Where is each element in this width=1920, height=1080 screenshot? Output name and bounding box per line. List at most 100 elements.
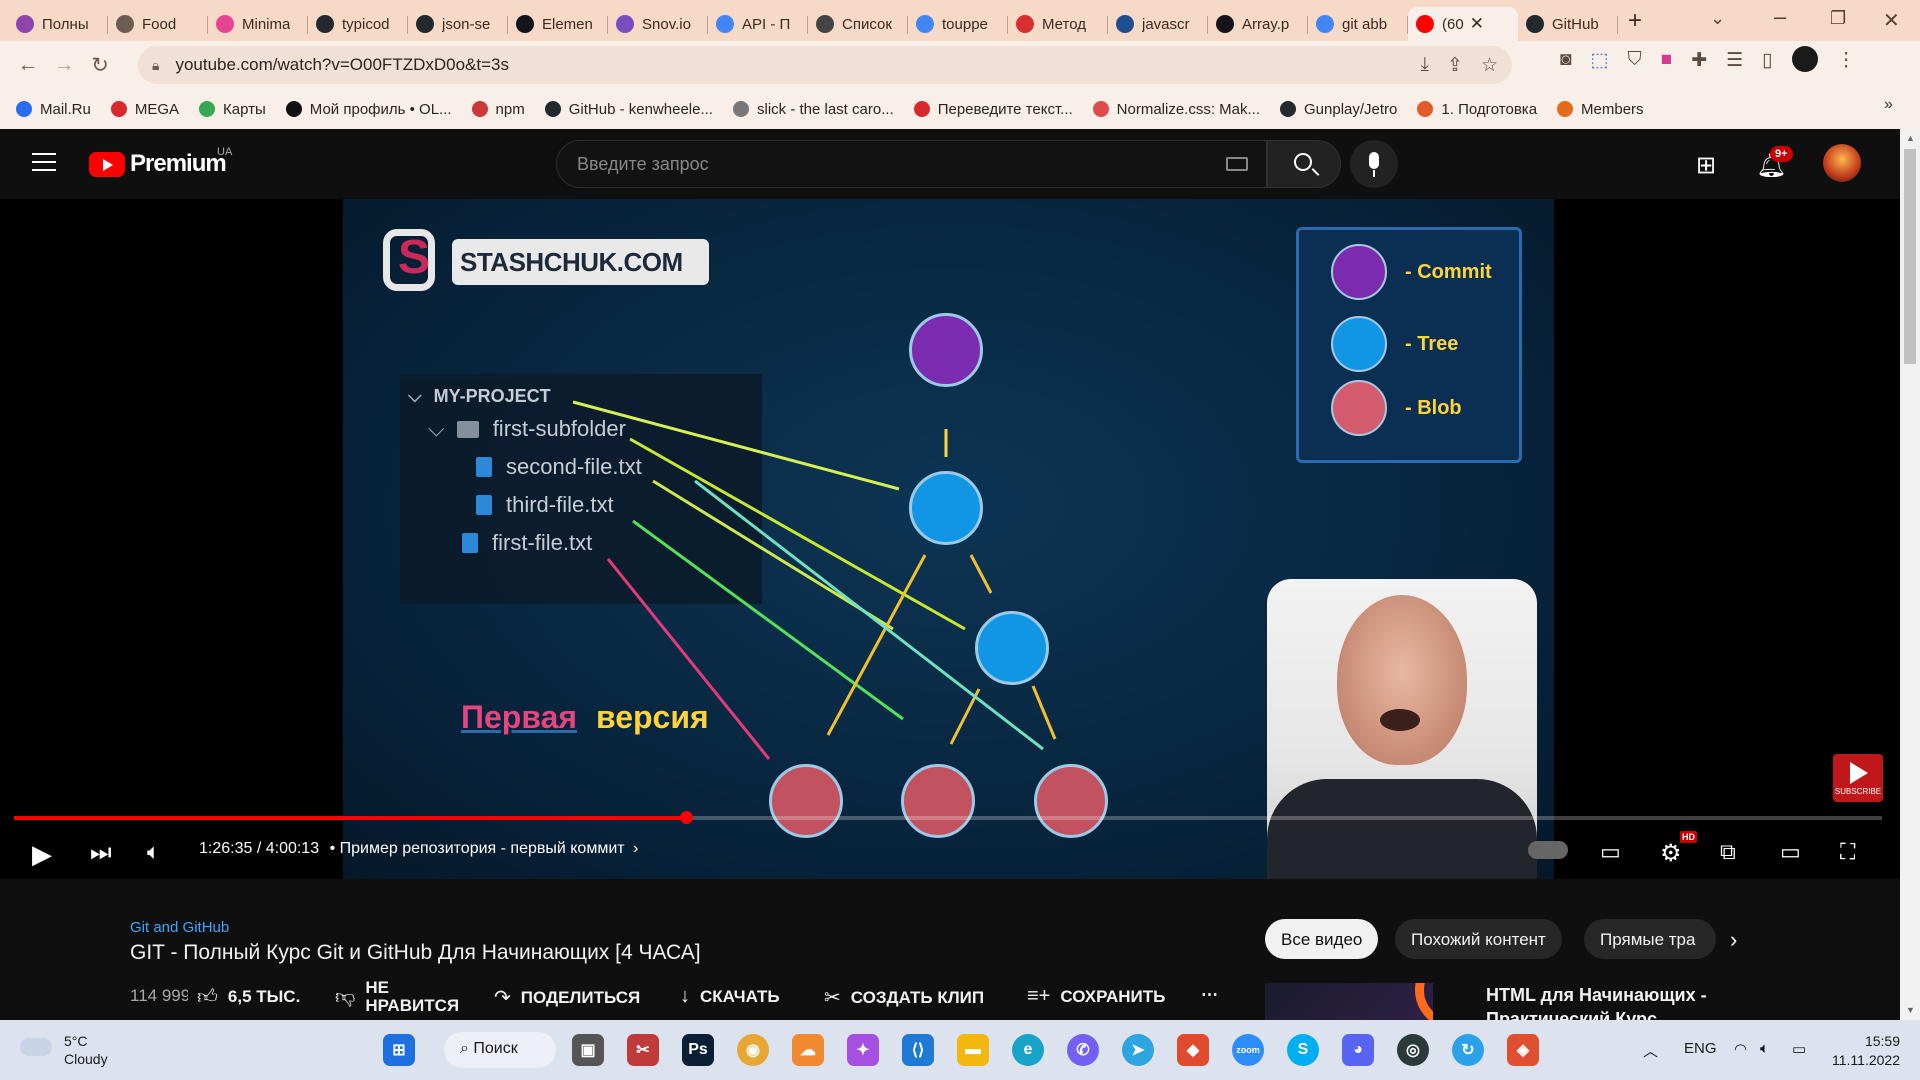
translate-extension-icon[interactable]: ⬚ bbox=[1590, 49, 1608, 72]
miniplayer-icon[interactable]: ⧉ bbox=[1720, 839, 1736, 865]
chapter-chevron-icon[interactable]: › bbox=[633, 840, 638, 857]
page-scrollbar[interactable]: ▲ ▼ bbox=[1900, 129, 1920, 1020]
task-view-icon[interactable]: ▣ bbox=[572, 1034, 604, 1066]
channel-avatar[interactable] bbox=[1823, 144, 1861, 182]
new-tab-icon[interactable]: + bbox=[1628, 7, 1642, 35]
file-explorer-icon[interactable]: ▬ bbox=[957, 1034, 989, 1066]
scroll-down-icon[interactable]: ▼ bbox=[1906, 1005, 1915, 1015]
browser-tab[interactable]: Array.p bbox=[1208, 7, 1308, 41]
browser-tab[interactable]: GitHub bbox=[1518, 7, 1618, 41]
close-tab-icon[interactable]: ✕ bbox=[1470, 14, 1484, 34]
tab-search-chevron-icon[interactable]: ⌄ bbox=[1710, 8, 1725, 29]
git-client-icon[interactable]: ◈ bbox=[1507, 1034, 1539, 1066]
subtitles-icon[interactable]: ▭ bbox=[1600, 839, 1621, 865]
restore-window-button[interactable]: ❐ bbox=[1830, 8, 1846, 29]
bookmark-item[interactable]: 1. Подготовка bbox=[1417, 101, 1537, 118]
bookmark-item[interactable]: Mail.Ru bbox=[16, 101, 91, 118]
system-clock[interactable]: 15:59 11.11.2022 bbox=[1832, 1032, 1900, 1070]
like-button[interactable]: 👍︎ 6,5 ТЫС. bbox=[197, 985, 300, 1009]
speaker-icon[interactable]: 🔈︎ bbox=[1760, 1040, 1769, 1057]
browser-tab[interactable]: API - П bbox=[708, 7, 808, 41]
shield-extension-icon[interactable]: ⛉ bbox=[1627, 49, 1641, 72]
vscode-icon[interactable]: ⟨⟩ bbox=[902, 1034, 934, 1066]
bookmark-item[interactable]: Normalize.css: Mak... bbox=[1092, 101, 1260, 118]
progress-scrubber[interactable] bbox=[680, 811, 693, 824]
chip-all-videos[interactable]: Все видео bbox=[1265, 919, 1379, 959]
bookmark-star-icon[interactable]: ☆ bbox=[1481, 54, 1498, 77]
share-icon[interactable]: ⇪ bbox=[1447, 54, 1463, 77]
progress-bar[interactable] bbox=[14, 811, 1882, 824]
puzzle-extensions-icon[interactable]: ✚ bbox=[1691, 49, 1707, 72]
address-bar[interactable]: 🔒︎ youtube.com/watch?v=O00FTZDxD0o&t=3s … bbox=[138, 46, 1512, 84]
video-frame[interactable]: STASHCHUK.COM ⌵MY-PROJECT ⌵first-subfold… bbox=[343, 199, 1554, 879]
dislike-button[interactable]: 👎︎ НЕ НРАВИТСЯ bbox=[335, 979, 461, 1015]
recommended-thumbnail[interactable] bbox=[1265, 983, 1433, 1020]
autoplay-toggle[interactable] bbox=[1528, 841, 1568, 859]
more-bookmarks-icon[interactable]: » bbox=[1884, 96, 1893, 114]
bookmark-item[interactable]: Gunplay/Jetro bbox=[1280, 101, 1397, 118]
browser-tab[interactable]: (60 ✕ bbox=[1408, 7, 1518, 41]
search-button[interactable] bbox=[1267, 140, 1341, 188]
browser-tab[interactable]: git abb bbox=[1308, 7, 1408, 41]
chips-next-chevron-icon[interactable]: › bbox=[1730, 927, 1737, 953]
weather-widget[interactable]: 5°C Cloudy bbox=[20, 1032, 108, 1068]
browser-tab[interactable]: json-se bbox=[408, 7, 508, 41]
youtube-logo[interactable]: Premium UA bbox=[89, 146, 232, 178]
bookmark-item[interactable]: Переведите текст... bbox=[913, 101, 1073, 118]
sync-app-icon[interactable]: ↻ bbox=[1452, 1034, 1484, 1066]
language-indicator[interactable]: ENG bbox=[1684, 1040, 1717, 1057]
wifi-icon[interactable]: ◠ bbox=[1734, 1040, 1747, 1058]
browser-tab[interactable]: Snov.io bbox=[608, 7, 708, 41]
brave-icon[interactable]: ◆ bbox=[1177, 1034, 1209, 1066]
close-window-button[interactable]: ✕ bbox=[1883, 8, 1900, 33]
chip-related[interactable]: Похожий контент bbox=[1395, 919, 1562, 959]
recommended-title[interactable]: HTML для Начинающих - Практический Курс bbox=[1486, 983, 1726, 1020]
channel-link[interactable]: Git and GitHub bbox=[130, 919, 229, 936]
settings-gear-icon[interactable]: ⚙ bbox=[1660, 839, 1682, 868]
bookmark-item[interactable]: Карты bbox=[199, 101, 266, 118]
chapter-title[interactable]: • Пример репозитория - первый коммит bbox=[330, 840, 625, 857]
photoshop-icon[interactable]: Ps bbox=[682, 1034, 714, 1066]
browser-tab[interactable]: touppe bbox=[908, 7, 1008, 41]
scrollbar-thumb[interactable] bbox=[1904, 149, 1916, 364]
side-panel-icon[interactable]: ▯ bbox=[1762, 49, 1772, 72]
more-actions-icon[interactable]: ⋯ bbox=[1201, 985, 1218, 1005]
search-input[interactable]: Введите запрос bbox=[556, 140, 1267, 188]
browser-tab[interactable]: typicod bbox=[308, 7, 408, 41]
keyboard-icon[interactable] bbox=[1226, 157, 1248, 171]
chip-live[interactable]: Прямые тра bbox=[1584, 919, 1716, 959]
video-player[interactable]: STASHCHUK.COM ⌵MY-PROJECT ⌵first-subfold… bbox=[0, 199, 1900, 879]
scroll-up-icon[interactable]: ▲ bbox=[1906, 133, 1915, 143]
browser-tab[interactable]: Полны bbox=[8, 7, 108, 41]
reload-icon[interactable]: ↻ bbox=[82, 53, 118, 78]
share-button[interactable]: ↷ ПОДЕЛИТЬСЯ bbox=[494, 985, 640, 1010]
edge-icon[interactable]: e bbox=[1012, 1034, 1044, 1066]
browser-tab[interactable]: javascr bbox=[1108, 7, 1208, 41]
voice-search-mic-icon[interactable] bbox=[1350, 140, 1398, 188]
save-button[interactable]: ≡+ СОХРАНИТЬ bbox=[1027, 985, 1165, 1008]
minimize-window-button[interactable]: – bbox=[1774, 4, 1786, 30]
browser-tab[interactable]: Food bbox=[108, 7, 208, 41]
browser-tab[interactable]: Метод bbox=[1008, 7, 1108, 41]
bookmark-item[interactable]: npm bbox=[471, 101, 525, 118]
create-clip-button[interactable]: ✂ СОЗДАТЬ КЛИП bbox=[824, 985, 984, 1010]
browser-menu-icon[interactable]: ⋮ bbox=[1837, 49, 1856, 72]
bookmark-item[interactable]: Members bbox=[1557, 101, 1644, 118]
browser-tab[interactable]: Minima bbox=[208, 7, 308, 41]
profile-avatar[interactable] bbox=[1791, 46, 1818, 72]
skype-icon[interactable]: S bbox=[1287, 1034, 1319, 1066]
viber-icon[interactable]: ✆ bbox=[1067, 1034, 1099, 1066]
volume-icon[interactable]: 🔈︎ bbox=[147, 839, 160, 865]
discord-icon[interactable]: ◕ bbox=[1342, 1034, 1374, 1066]
play-icon[interactable]: ▶ bbox=[32, 839, 52, 870]
browser-tab[interactable]: Список bbox=[808, 7, 908, 41]
install-app-icon[interactable]: ⤓ bbox=[1421, 54, 1429, 77]
bookmark-item[interactable]: Мой профиль • OL... bbox=[285, 101, 452, 118]
snipping-tool-icon[interactable]: ✂ bbox=[627, 1034, 659, 1066]
app-orange-icon[interactable]: ☁ bbox=[792, 1034, 824, 1066]
create-video-icon[interactable]: ⊞ bbox=[1696, 151, 1716, 180]
zoom-icon[interactable]: zoom bbox=[1232, 1034, 1264, 1066]
playlist-icon[interactable]: ☰ bbox=[1726, 49, 1743, 72]
download-button[interactable]: ↓ СКАЧАТЬ bbox=[680, 985, 780, 1008]
fullscreen-icon[interactable]: ⛶ bbox=[1840, 839, 1855, 865]
